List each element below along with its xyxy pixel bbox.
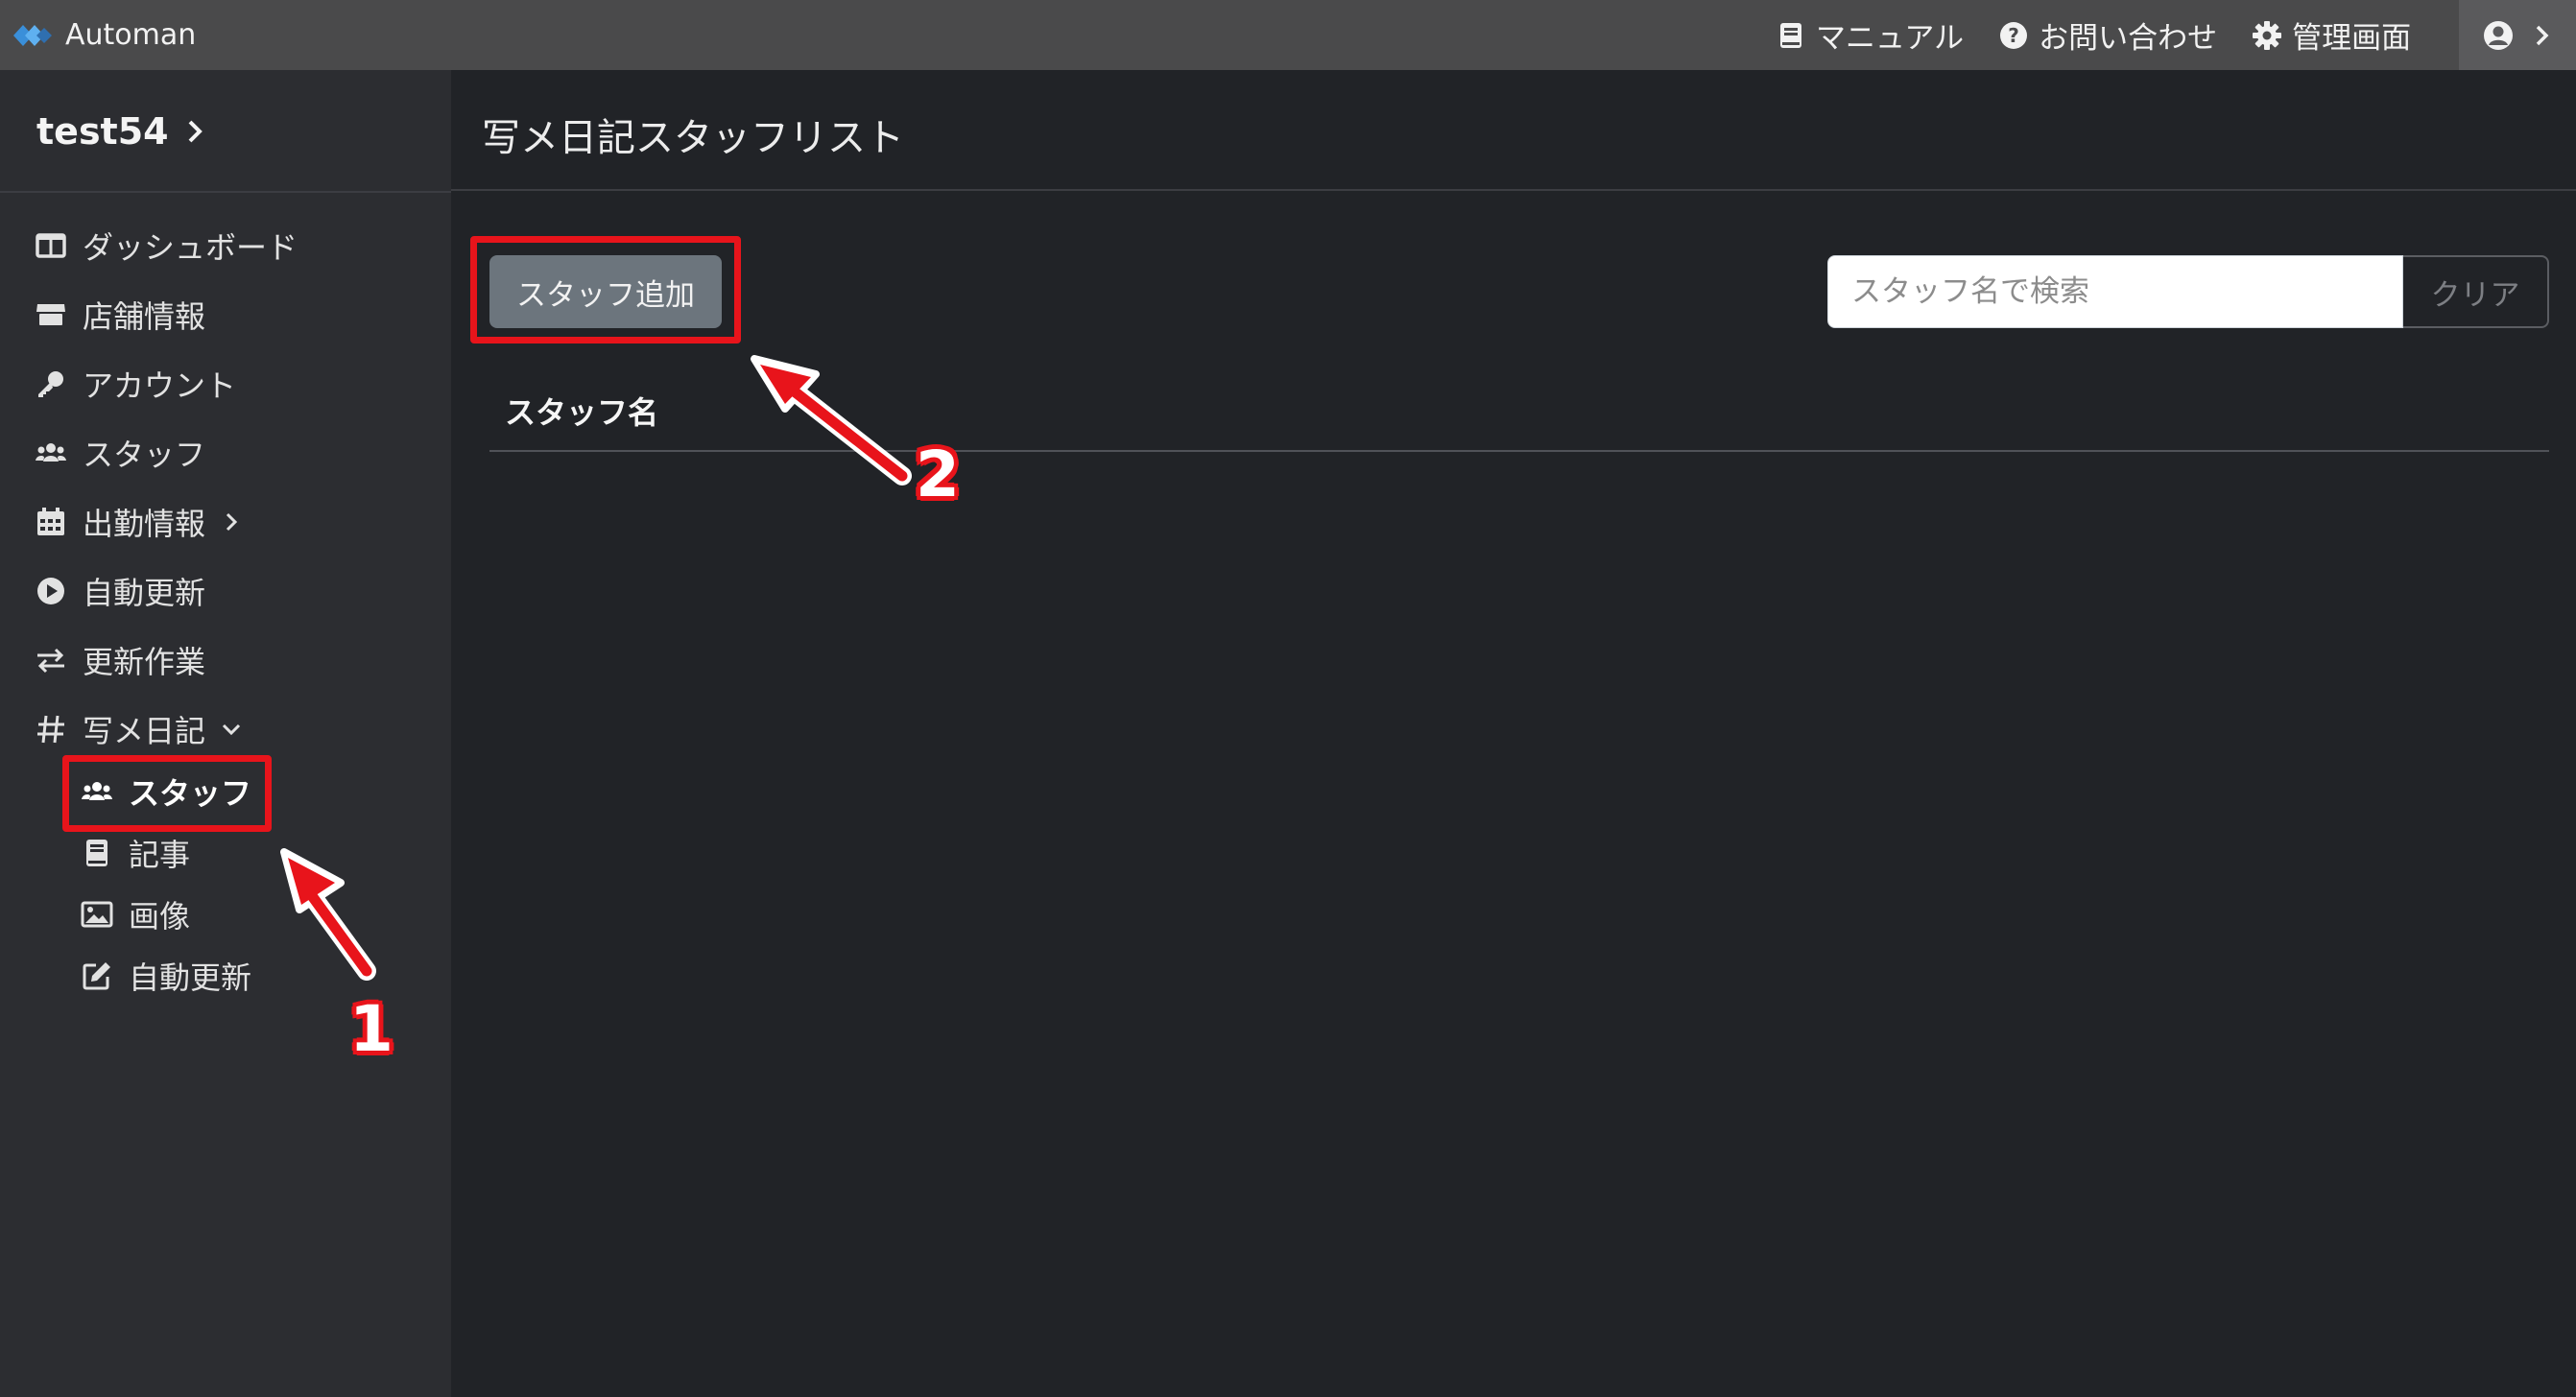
user-menu-button[interactable] — [2459, 0, 2576, 70]
page-title: 写メ日記スタッフリスト — [482, 116, 904, 160]
app-name: Automan — [65, 18, 197, 52]
sidebar-item-label: 自動更新 — [83, 575, 206, 611]
sidebar-item-photo-diary[interactable]: 写メ日記 — [35, 705, 242, 753]
sidebar-item-update-work[interactable]: 更新作業 — [35, 636, 205, 684]
annotation-arrow-2 — [751, 355, 912, 485]
chevron-down-icon — [222, 723, 241, 736]
image-icon — [81, 901, 113, 928]
sidebar-subitem-diary-articles[interactable]: 記事 — [81, 829, 190, 877]
sidebar-subitem-diary-images[interactable]: 画像 — [81, 890, 190, 938]
sidebar-item-staff[interactable]: スタッフ — [35, 429, 205, 477]
exchange-icon — [37, 648, 64, 674]
annotation-step-2: 2 — [916, 438, 960, 511]
users-icon — [36, 443, 66, 462]
page-header: 写メ日記スタッフリスト — [451, 70, 2576, 191]
site-name: test54 — [36, 110, 169, 153]
chevron-right-icon — [2536, 25, 2549, 45]
clear-button[interactable]: クリア — [2403, 255, 2549, 328]
sidebar-item-label: スタッフ — [83, 437, 206, 473]
sidebar-subitem-label: 自動更新 — [129, 959, 252, 996]
svg-text:?: ? — [2008, 24, 2019, 47]
sidebar-item-attendance[interactable]: 出勤情報 — [35, 498, 242, 546]
automan-logo-icon — [13, 24, 52, 46]
calendar-icon — [37, 508, 64, 535]
dashboard-icon — [36, 233, 66, 258]
sidebar-item-label: ダッシュボード — [83, 229, 298, 266]
book-icon — [1780, 22, 1801, 48]
manual-label: マニュアル — [1816, 21, 1965, 56]
sidebar-item-label: 店舗情報 — [83, 298, 206, 335]
gear-icon — [2253, 20, 2282, 50]
sidebar-item-label: 出勤情報 — [83, 506, 206, 542]
sidebar-item-label: 更新作業 — [83, 644, 206, 680]
contact-link[interactable]: ? お問い合わせ — [1998, 13, 2217, 57]
chevron-right-icon — [188, 120, 203, 143]
sidebar-item-dashboard[interactable]: ダッシュボード — [35, 222, 298, 270]
annotation-box-1 — [62, 755, 272, 832]
key-icon — [38, 371, 63, 397]
contact-label: お問い合わせ — [2039, 21, 2218, 56]
sidebar: test54 ダッシュボード 店舗情報 アカウント スタッフ 出勤情報 自動更新… — [0, 70, 451, 1397]
brand[interactable]: Automan — [12, 0, 196, 70]
search-group: クリア — [1827, 255, 2549, 328]
user-circle-icon — [2484, 20, 2513, 50]
sidebar-subitem-label: 記事 — [129, 837, 191, 873]
question-circle-icon: ? — [2000, 21, 2028, 49]
column-header-staff-name: スタッフ名 — [505, 394, 659, 431]
staff-search-input[interactable] — [1827, 255, 2403, 328]
site-switcher[interactable]: test54 — [36, 110, 207, 153]
annotation-box-2 — [470, 236, 741, 343]
sidebar-divider — [0, 191, 451, 193]
sidebar-item-account[interactable]: アカウント — [35, 360, 236, 408]
top-nav-links: マニュアル ? お問い合わせ 管理画面 — [1776, 0, 2445, 70]
play-circle-icon — [37, 578, 64, 604]
hashtag-icon — [37, 715, 64, 744]
edit-icon — [83, 962, 110, 990]
chevron-right-icon — [226, 512, 238, 532]
sidebar-item-label: アカウント — [83, 367, 237, 404]
admin-link[interactable]: 管理画面 — [2252, 13, 2411, 57]
sidebar-subitem-label: 画像 — [129, 898, 191, 935]
table-header-divider — [489, 450, 2549, 452]
sidebar-item-auto-update[interactable]: 自動更新 — [35, 567, 205, 615]
sidebar-item-label: 写メ日記 — [83, 713, 206, 749]
sidebar-subitem-diary-auto-update[interactable]: 自動更新 — [81, 952, 251, 1000]
admin-label: 管理画面 — [2292, 21, 2412, 56]
book-icon — [86, 840, 107, 866]
store-icon — [36, 304, 65, 325]
annotation-step-1: 1 — [349, 992, 394, 1066]
manual-link[interactable]: マニュアル — [1776, 13, 1964, 57]
top-navbar: Automan マニュアル ? お問い合わせ 管理画面 — [0, 0, 2576, 70]
sidebar-item-store[interactable]: 店舗情報 — [35, 291, 205, 339]
